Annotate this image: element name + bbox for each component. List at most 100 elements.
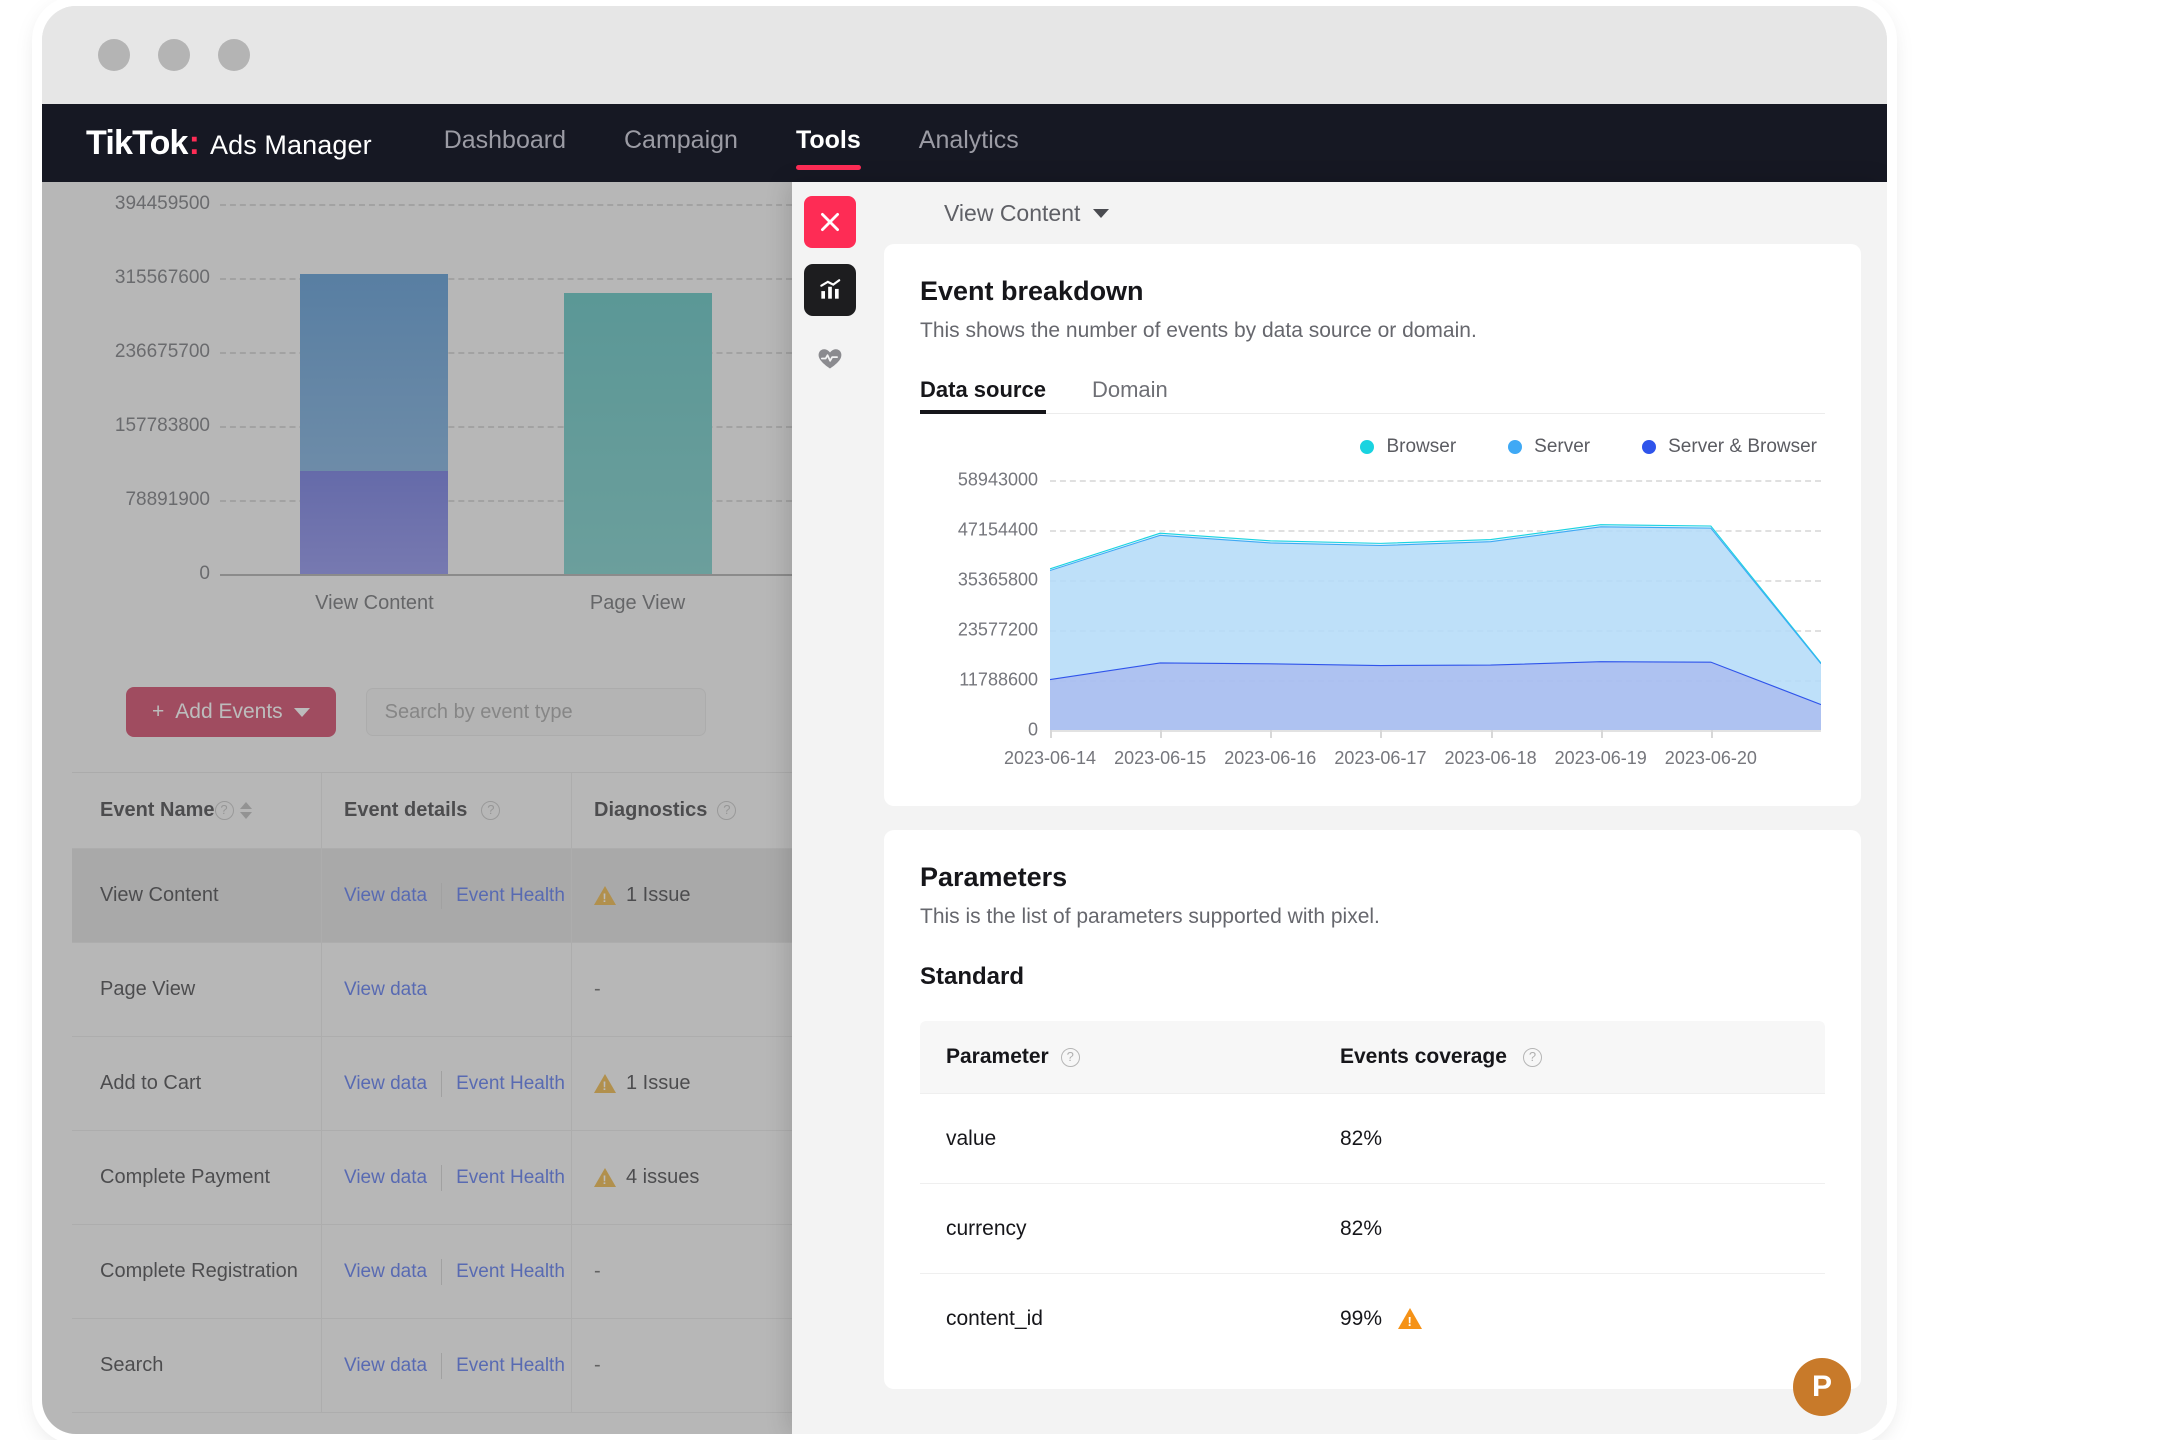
table-row[interactable]: Complete Registration View data Event Heal…: [72, 1225, 792, 1319]
diagnostics-value: -: [594, 1354, 601, 1376]
th-events-coverage: Events coverage?: [1340, 1045, 1825, 1069]
nav-tab-analytics[interactable]: Analytics: [919, 126, 1019, 161]
area-chart-svg: [1050, 480, 1821, 730]
info-icon[interactable]: ?: [1060, 1047, 1080, 1067]
th-label: Events coverage: [1340, 1045, 1507, 1068]
diagnostics-value: 1 Issue: [626, 1072, 691, 1094]
event-name: Complete Payment: [100, 1166, 271, 1188]
bar-chart-y-tick: 157783800: [114, 415, 210, 436]
tab-data-source[interactable]: Data source: [920, 377, 1046, 414]
parameter-row: currency 82%: [920, 1183, 1825, 1273]
cell-event-name: Page View: [72, 943, 322, 1036]
cell-event-name: Add to Cart: [72, 1037, 322, 1130]
link-event-health[interactable]: Event Health: [456, 1261, 565, 1283]
search-input[interactable]: [365, 688, 706, 736]
table-row[interactable]: View Content View data Event Health 1 Issue: [72, 849, 792, 943]
drawer-header: View Content: [868, 182, 1887, 244]
table-row[interactable]: Search View data Event Health -: [72, 1319, 792, 1413]
window-close-dot[interactable]: [98, 39, 130, 71]
table-row[interactable]: Page View View data -: [72, 943, 792, 1037]
nav-tab-dashboard[interactable]: Dashboard: [444, 126, 566, 161]
close-icon[interactable]: [804, 196, 856, 248]
link-view-data[interactable]: View data: [344, 885, 427, 907]
cell-event-details: View data Event Health: [322, 1225, 572, 1318]
link-event-health[interactable]: Event Health: [456, 885, 565, 907]
tabs-divider: [920, 413, 1825, 414]
cell-event-details: View data Event Health: [322, 1319, 572, 1412]
cell-coverage: 99%: [1340, 1307, 1825, 1331]
page-content: 0 78891900 157783800 236675700 315567600 3944…: [42, 182, 1887, 1434]
tiktok-ads-manager-logo[interactable]: Tik Tok: Ads Manager: [86, 124, 372, 163]
link-view-data[interactable]: View data: [344, 1167, 427, 1189]
cell-event-name: View Content: [72, 849, 322, 942]
bar-view-content[interactable]: [300, 273, 449, 574]
info-icon[interactable]: ?: [214, 801, 234, 820]
sort-icon[interactable]: [239, 802, 252, 819]
bar-page-view[interactable]: [563, 292, 712, 574]
nav-tabs: Dashboard Campaign Tools Analytics: [444, 126, 1019, 170]
area-chart-y-axis: 0 11788600 23577200 35365800 47154400 5894300…: [920, 470, 1038, 740]
link-event-health[interactable]: Event Health: [456, 1355, 565, 1377]
info-icon[interactable]: ?: [481, 801, 501, 820]
diagnostics-value: 4 issues: [626, 1166, 700, 1188]
bar-chart-y-tick: 315567600: [114, 267, 210, 288]
link-view-data[interactable]: View data: [344, 1261, 427, 1283]
area-chart-x-label: 2023-06-18: [1444, 748, 1537, 768]
area-chart-x-label: 2023-06-20: [1664, 748, 1757, 768]
cell-parameter: content_id: [920, 1307, 1340, 1331]
diagnostics-value: 1 Issue: [626, 884, 691, 906]
parameters-card: Parameters This is the list of parameter…: [884, 830, 1861, 1389]
add-events-button[interactable]: + Add Events: [126, 687, 336, 737]
cell-coverage: 82%: [1340, 1217, 1825, 1241]
browser-window: Tik Tok: Ads Manager Dashboard Campaign Too…: [42, 6, 1887, 1434]
cell-coverage: 82%: [1340, 1127, 1825, 1151]
legend-item[interactable]: Server & Browser: [1642, 436, 1817, 458]
link-event-health[interactable]: Event Health: [456, 1073, 565, 1095]
nav-tab-tools[interactable]: Tools: [795, 126, 861, 170]
link-view-data[interactable]: View data: [344, 1355, 427, 1377]
events-table: Event Name? Event details? Diagnostics? Vie…: [72, 772, 792, 1413]
link-view-data[interactable]: View data: [344, 1073, 427, 1095]
nav-tab-campaign[interactable]: Campaign: [624, 126, 738, 161]
event-detail-drawer: View Content Event breakdown This shows …: [792, 182, 1887, 1434]
event-selector-dropdown[interactable]: View Content: [944, 200, 1110, 227]
legend-label: Server & Browser: [1668, 436, 1817, 457]
plus-icon: +: [152, 700, 165, 723]
cell-diagnostics: 4 issues: [572, 1131, 792, 1224]
bar-chart-gridline: [220, 204, 792, 206]
area-chart-y-tick: 23577200: [957, 619, 1038, 640]
parameters-title: Parameters: [920, 862, 1068, 892]
info-icon[interactable]: ?: [717, 801, 737, 820]
status-badge[interactable]: P: [1793, 1358, 1851, 1416]
cell-event-details: View data Event Health: [322, 1131, 572, 1224]
area-chart-y-tick: 11788600: [959, 669, 1038, 690]
th-event-name[interactable]: Event Name?: [72, 773, 322, 848]
table-row[interactable]: Complete Payment View data Event Health 4 i…: [72, 1131, 792, 1225]
legend-item[interactable]: Server: [1508, 436, 1590, 458]
event-breakdown-subtitle: This shows the number of events by data …: [920, 319, 1477, 342]
parameter-row: value 82%: [920, 1093, 1825, 1183]
top-navigation-bar: Tik Tok: Ads Manager Dashboard Campaign Too…: [42, 104, 1887, 182]
link-event-health[interactable]: Event Health: [456, 1167, 565, 1189]
info-icon[interactable]: ?: [1522, 1047, 1542, 1067]
cell-diagnostics: -: [572, 943, 792, 1036]
link-view-data[interactable]: View data: [344, 979, 427, 1001]
parameters-table: Parameter? Events coverage? value 82% curren…: [920, 1021, 1825, 1363]
window-maximize-dot[interactable]: [218, 39, 250, 71]
legend-item[interactable]: Browser: [1360, 436, 1456, 458]
add-events-label: Add Events: [175, 700, 283, 723]
breakdown-tabs: Data source Domain: [920, 377, 1825, 414]
cell-event-name: Search: [72, 1319, 322, 1412]
heart-pulse-icon[interactable]: [804, 332, 856, 384]
bar-chart-icon[interactable]: [804, 264, 856, 316]
drawer-body: View Content Event breakdown This shows …: [868, 182, 1887, 1434]
window-minimize-dot[interactable]: [158, 39, 190, 71]
drawer-scroll-area[interactable]: Event breakdown This shows the number of…: [868, 244, 1887, 1434]
warning-icon: [1398, 1308, 1423, 1329]
area-chart-x-label: 2023-06-14: [1003, 748, 1097, 768]
warning-icon: [594, 1074, 616, 1093]
parameters-header-row: Parameter? Events coverage?: [920, 1021, 1825, 1093]
tab-domain[interactable]: Domain: [1092, 377, 1168, 414]
drawer-rail: [792, 182, 868, 1434]
table-row[interactable]: Add to Cart View data Event Health 1 Issue: [72, 1037, 792, 1131]
